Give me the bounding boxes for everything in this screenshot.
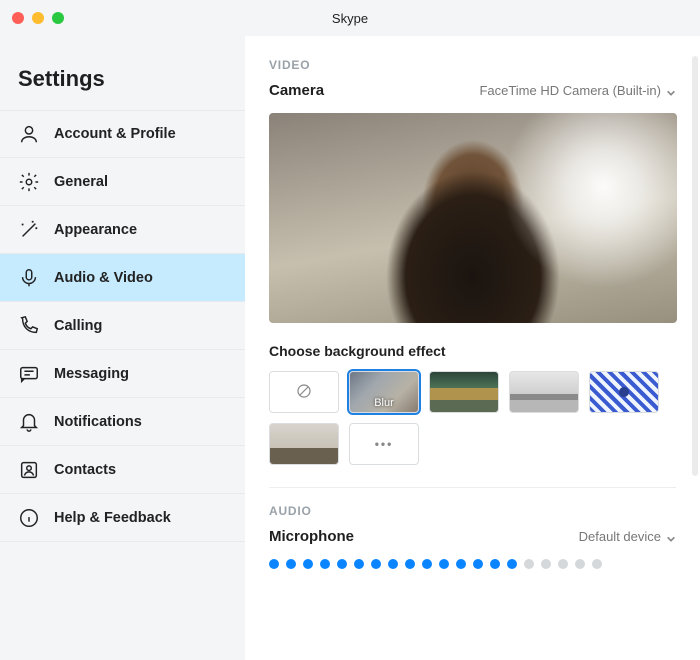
video-section-label: VIDEO (269, 58, 676, 72)
level-dot (371, 559, 381, 569)
level-dot (558, 559, 568, 569)
settings-heading: Settings (0, 66, 245, 110)
bg-none-tile[interactable] (269, 371, 339, 413)
gear-icon (18, 171, 40, 193)
level-dot (320, 559, 330, 569)
sidebar-item-contacts[interactable]: Contacts (0, 446, 245, 494)
camera-selector[interactable]: FaceTime HD Camera (Built-in) (479, 83, 676, 98)
level-dot (439, 559, 449, 569)
close-window-button[interactable] (12, 12, 24, 24)
bg-image-tile-4[interactable] (269, 423, 339, 465)
bell-icon (18, 411, 40, 433)
contacts-icon (18, 459, 40, 481)
microphone-title: Microphone (269, 528, 354, 545)
level-dot (507, 559, 517, 569)
level-dot (490, 559, 500, 569)
bg-image-tile-2[interactable] (509, 371, 579, 413)
level-dot (592, 559, 602, 569)
microphone-level-meter (269, 559, 676, 583)
none-icon (295, 382, 313, 403)
settings-sidebar: Settings Account & Profile General Appea… (0, 36, 245, 660)
level-dot (541, 559, 551, 569)
sidebar-item-help[interactable]: Help & Feedback (0, 494, 245, 542)
window-controls (12, 0, 64, 36)
level-dot (269, 559, 279, 569)
microphone-selector[interactable]: Default device (579, 529, 676, 544)
level-dot (388, 559, 398, 569)
level-dot (473, 559, 483, 569)
sidebar-item-label: Contacts (54, 462, 116, 478)
sidebar-item-label: Calling (54, 318, 102, 334)
bg-image-tile-1[interactable] (429, 371, 499, 413)
chevron-down-icon (666, 532, 676, 542)
camera-preview (269, 113, 677, 323)
sidebar-item-calling[interactable]: Calling (0, 302, 245, 350)
info-icon (18, 507, 40, 529)
sidebar-item-label: General (54, 174, 108, 190)
level-dot (337, 559, 347, 569)
person-icon (18, 123, 40, 145)
level-dot (422, 559, 432, 569)
background-effect-heading: Choose background effect (269, 343, 676, 359)
level-dot (575, 559, 585, 569)
level-dot (524, 559, 534, 569)
titlebar: Skype (0, 0, 700, 36)
sidebar-item-account[interactable]: Account & Profile (0, 110, 245, 158)
phone-icon (18, 315, 40, 337)
level-dot (405, 559, 415, 569)
level-dot (303, 559, 313, 569)
sidebar-item-label: Account & Profile (54, 126, 176, 142)
camera-value: FaceTime HD Camera (Built-in) (479, 83, 661, 98)
minimize-window-button[interactable] (32, 12, 44, 24)
sidebar-item-label: Notifications (54, 414, 142, 430)
sidebar-item-appearance[interactable]: Appearance (0, 206, 245, 254)
maximize-window-button[interactable] (52, 12, 64, 24)
sidebar-item-messaging[interactable]: Messaging (0, 350, 245, 398)
chevron-down-icon (666, 86, 676, 96)
section-divider (269, 487, 676, 488)
more-icon: ••• (375, 437, 394, 451)
scrollbar[interactable] (692, 56, 698, 476)
sidebar-item-audio-video[interactable]: Audio & Video (0, 254, 245, 302)
sidebar-item-label: Messaging (54, 366, 129, 382)
camera-title: Camera (269, 82, 324, 99)
wand-icon (18, 219, 40, 241)
bg-more-tile[interactable]: ••• (349, 423, 419, 465)
bg-blur-tile[interactable]: Blur (349, 371, 419, 413)
main-panel: VIDEO Camera FaceTime HD Camera (Built-i… (245, 36, 700, 660)
sidebar-item-label: Audio & Video (54, 270, 153, 286)
audio-section-label: AUDIO (269, 504, 676, 518)
window-title: Skype (332, 11, 368, 26)
sidebar-item-notifications[interactable]: Notifications (0, 398, 245, 446)
chat-icon (18, 363, 40, 385)
level-dot (354, 559, 364, 569)
level-dot (286, 559, 296, 569)
sidebar-item-general[interactable]: General (0, 158, 245, 206)
sidebar-item-label: Appearance (54, 222, 137, 238)
level-dot (456, 559, 466, 569)
sidebar-item-label: Help & Feedback (54, 510, 171, 526)
mic-icon (18, 267, 40, 289)
microphone-value: Default device (579, 529, 661, 544)
bg-image-tile-3[interactable] (589, 371, 659, 413)
background-effect-grid: Blur ••• (269, 371, 676, 465)
bg-blur-label: Blur (350, 397, 418, 409)
